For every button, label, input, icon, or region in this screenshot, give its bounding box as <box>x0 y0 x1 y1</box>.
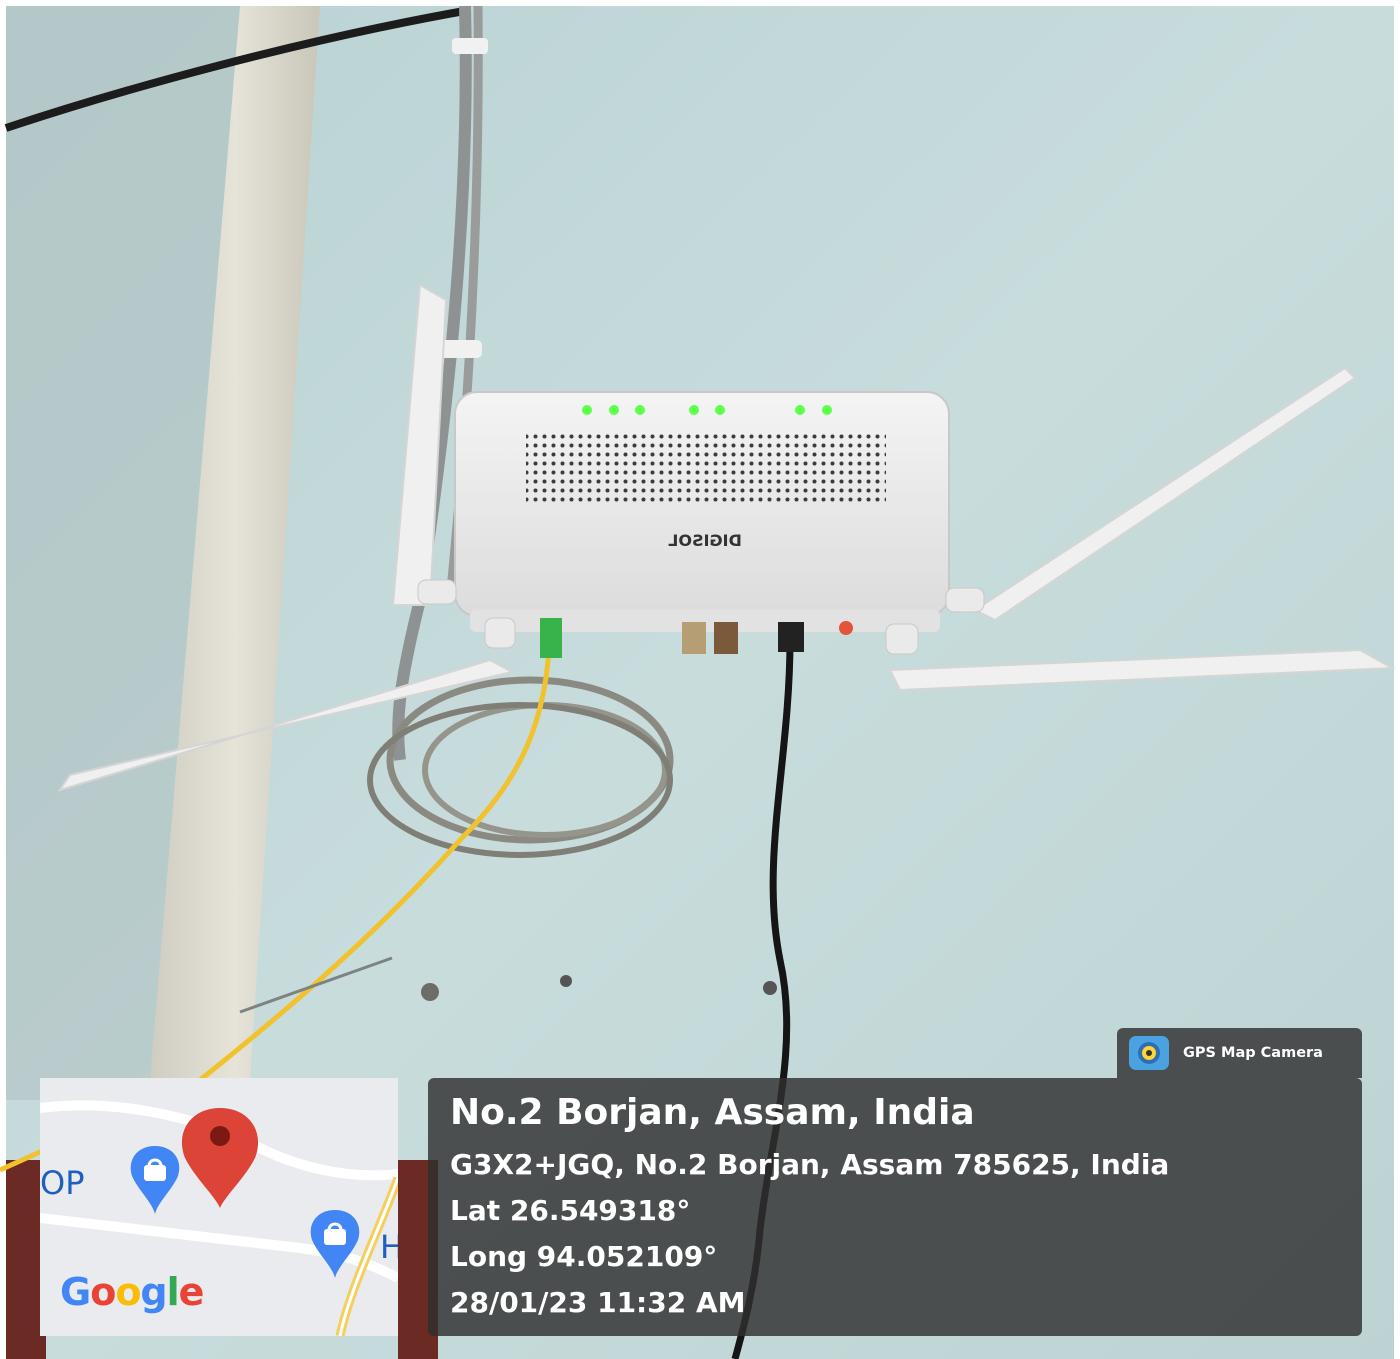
svg-text:DIGISOL: DIGISOL <box>668 531 742 550</box>
router: DIGISOL <box>417 391 985 658</box>
mini-map: OP H Google <box>40 1078 398 1336</box>
location-pin-icon <box>181 1108 259 1208</box>
map-poi-label-right: H <box>380 1228 398 1266</box>
map-poi-label-left: OP <box>40 1164 85 1202</box>
logo-letter: o <box>115 1270 141 1314</box>
gps-info-overlay: No.2 Borjan, Assam, India G3X2+JGQ, No.2… <box>428 1078 1362 1336</box>
logo-letter: G <box>60 1270 91 1314</box>
latitude: Lat 26.549318° <box>450 1194 691 1227</box>
camera-app-icon <box>1129 1036 1169 1070</box>
logo-letter: l <box>166 1270 180 1314</box>
logo-letter: g <box>140 1270 167 1314</box>
brand-logo: DIGISOL <box>668 531 742 550</box>
longitude: Long 94.052109° <box>450 1240 718 1273</box>
logo-letter: o <box>90 1270 116 1314</box>
place-title: No.2 Borjan, Assam, India <box>450 1092 975 1133</box>
logo-letter: e <box>178 1270 205 1314</box>
shopping-poi-icon-2 <box>310 1210 360 1278</box>
google-logo: Google <box>60 1270 205 1314</box>
app-name: GPS Map Camera <box>1183 1045 1323 1061</box>
photo-scene: DIGISOL OP H Google GPS Map Camera No.2 … <box>0 0 1400 1359</box>
shopping-poi-icon <box>130 1146 180 1214</box>
address-line: G3X2+JGQ, No.2 Borjan, Assam 785625, Ind… <box>450 1148 1170 1181</box>
app-badge: GPS Map Camera <box>1117 1028 1362 1078</box>
datetime: 28/01/23 11:32 AM <box>450 1286 746 1319</box>
